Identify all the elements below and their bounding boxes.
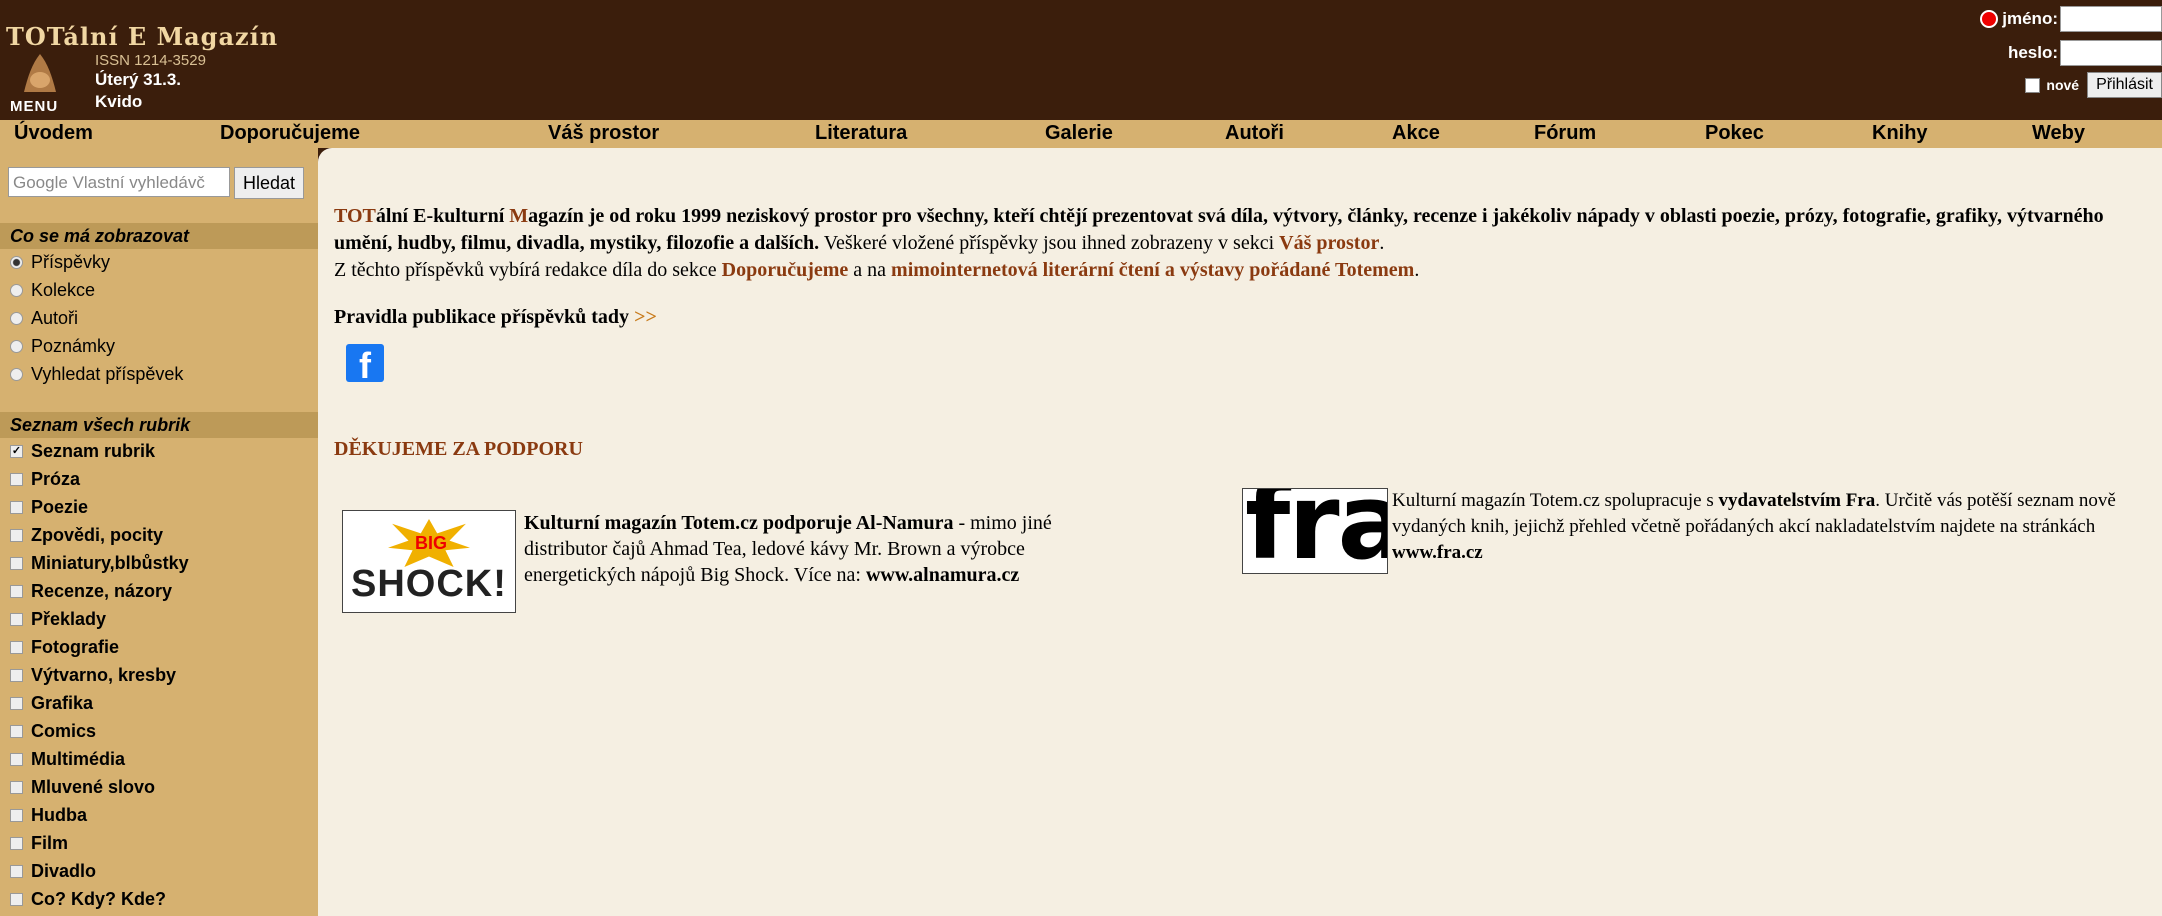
checkbox-icon[interactable] [10, 808, 23, 822]
display-heading: Co se má zobrazovat [0, 223, 318, 249]
rubric-item[interactable]: Multimédia [10, 745, 125, 773]
current-date: Úterý 31.3. [95, 70, 181, 89]
rules-link[interactable]: >> [634, 306, 657, 328]
intro-paragraph: TOTální E-kulturní Magazín je od roku 19… [334, 205, 2104, 281]
radio-icon[interactable] [10, 255, 23, 269]
issn: ISSN 1214-3529 [95, 52, 206, 69]
link-vas-prostor[interactable]: Váš prostor [1279, 232, 1379, 254]
rubric-item[interactable]: Divadlo [10, 857, 96, 885]
new-label: nové [2046, 77, 2080, 93]
fra-logo[interactable]: fra [1242, 488, 1388, 574]
password-label: heslo: [2007, 43, 2058, 62]
link-doporucujeme[interactable]: Doporučujeme [722, 259, 849, 281]
site-logo[interactable]: TOTální E Magazín [6, 22, 278, 51]
main-nav: Úvodem Doporučujeme Váš prostor Literatu… [0, 120, 2162, 148]
link-alnamura[interactable]: www.alnamura.cz [866, 564, 1019, 586]
sidebar: Google Vlastní vyhledávč Hledat Co se má… [0, 148, 318, 916]
partner2-text: Kulturní magazín Totem.cz spolupracuje s… [1392, 490, 2116, 563]
search-input[interactable]: Google Vlastní vyhledávč [8, 167, 230, 197]
link-cteni[interactable]: mimointernetová literární čtení a výstav… [891, 259, 1414, 281]
rubric-item[interactable]: Mluvené slovo [10, 773, 155, 801]
checkbox-icon[interactable] [10, 752, 23, 766]
display-option-kolekce[interactable]: Kolekce [10, 276, 95, 304]
rubric-item[interactable]: Hudba [10, 801, 87, 829]
login-button[interactable]: Přihlásit [2087, 72, 2162, 98]
nav-autori[interactable]: Autoři [1225, 122, 1284, 145]
checkbox-icon[interactable] [10, 612, 23, 626]
search-button[interactable]: Hledat [234, 167, 305, 199]
checkbox-icon[interactable] [10, 528, 23, 542]
nav-doporucujeme[interactable]: Doporučujeme [220, 122, 360, 145]
username-input[interactable] [2060, 6, 2162, 32]
rubric-item[interactable]: Grafika [10, 689, 93, 717]
bigshock-logo[interactable]: BIG SHOCK! [342, 510, 516, 613]
header-bar: TOTální E Magazín MENU ISSN 1214-3529 Út… [0, 0, 2162, 120]
checkbox-icon[interactable] [10, 640, 23, 654]
radio-icon[interactable] [10, 367, 23, 381]
checkbox-icon[interactable] [10, 864, 23, 878]
display-option-vyhledat[interactable]: Vyhledat příspěvek [10, 360, 183, 388]
nav-knihy[interactable]: Knihy [1872, 122, 1928, 145]
display-option-prispevky[interactable]: Příspěvky [10, 248, 110, 276]
new-checkbox[interactable] [2025, 77, 2041, 93]
radio-icon[interactable] [10, 311, 23, 325]
thanks-heading: DĚKUJEME ZA PODPORU [334, 438, 583, 460]
username-label: jméno: [2002, 9, 2058, 28]
partner1-text: Kulturní magazín Totem.cz podporuje Al-N… [524, 512, 1052, 586]
checkbox-icon[interactable] [10, 780, 23, 794]
checkbox-icon[interactable] [10, 472, 23, 486]
nav-literatura[interactable]: Literatura [815, 122, 907, 145]
rubric-item[interactable]: Miniatury,blbůstky [10, 549, 189, 577]
main-content: TOTální E-kulturní Magazín je od roku 19… [318, 148, 2162, 916]
nav-vas-prostor[interactable]: Váš prostor [548, 122, 659, 145]
checkbox-icon[interactable] [10, 836, 23, 850]
rubric-item[interactable]: Recenze, názory [10, 577, 172, 605]
rubric-item[interactable]: Próza [10, 465, 80, 493]
nav-akce[interactable]: Akce [1392, 122, 1440, 145]
rubric-item[interactable]: Poezie [10, 493, 88, 521]
rubric-item[interactable]: Co? Kdy? Kde? [10, 885, 166, 913]
nav-pokec[interactable]: Pokec [1705, 122, 1764, 145]
facebook-icon[interactable]: f [346, 344, 384, 386]
nav-weby[interactable]: Weby [2032, 122, 2085, 145]
password-input[interactable] [2060, 40, 2162, 66]
rubric-item[interactable]: Výtvarno, kresby [10, 661, 176, 689]
intro-tot: TOT [334, 205, 376, 227]
nav-galerie[interactable]: Galerie [1045, 122, 1113, 145]
checkbox-icon[interactable] [10, 892, 23, 906]
rubric-item[interactable]: Comics [10, 717, 96, 745]
search-box: Google Vlastní vyhledávč Hledat [8, 167, 305, 199]
rubric-item[interactable]: Film [10, 829, 68, 857]
checkbox-icon[interactable] [10, 668, 23, 682]
rubrics-heading: Seznam všech rubrik [0, 412, 318, 438]
checkbox-icon[interactable] [10, 696, 23, 710]
checkbox-icon[interactable] [10, 500, 23, 514]
nav-forum[interactable]: Fórum [1534, 122, 1596, 145]
rubric-item[interactable]: Fotografie [10, 633, 119, 661]
rubric-item[interactable]: Zpovědi, pocity [10, 521, 163, 549]
rubric-item[interactable]: Překlady [10, 605, 106, 633]
rules-line: Pravidla publikace příspěvků tady >> [334, 306, 657, 328]
checkbox-icon[interactable]: ✓ [10, 444, 23, 458]
display-option-autori[interactable]: Autoři [10, 304, 78, 332]
nav-uvodem[interactable]: Úvodem [14, 122, 93, 145]
checkbox-icon[interactable] [10, 556, 23, 570]
nameday: Kvido [95, 92, 143, 111]
radio-icon[interactable] [10, 339, 23, 353]
menu-label[interactable]: MENU [10, 98, 58, 115]
status-dot-icon [1980, 10, 1999, 28]
link-fra[interactable]: www.fra.cz [1392, 542, 1483, 563]
checkbox-icon[interactable] [10, 724, 23, 738]
radio-icon[interactable] [10, 283, 23, 297]
checkbox-icon[interactable] [10, 584, 23, 598]
display-option-poznamky[interactable]: Poznámky [10, 332, 115, 360]
rubric-item[interactable]: ✓ Seznam rubrik [10, 437, 155, 465]
login-form: jméno: heslo: nové Přihlásit [1932, 4, 2162, 104]
